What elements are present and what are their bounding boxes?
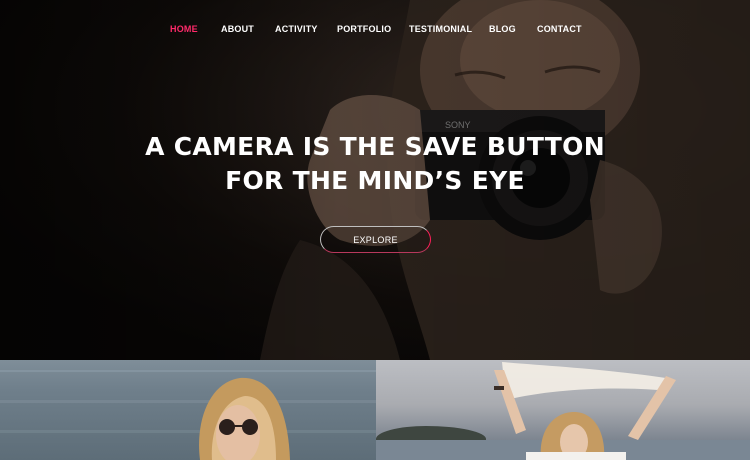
gallery-tile-scarf-woman[interactable] bbox=[376, 360, 750, 460]
gallery-photo-2 bbox=[494, 362, 676, 460]
gallery-photo-1 bbox=[0, 370, 376, 460]
nav-item-about[interactable]: ABOUT bbox=[221, 24, 254, 34]
page: SONY HOME ABOUT ACTIVITY PORTFOLIO TESTI… bbox=[0, 0, 750, 460]
nav-item-portfolio[interactable]: PORTFOLIO bbox=[337, 24, 391, 34]
nav-item-home[interactable]: HOME bbox=[170, 24, 198, 34]
explore-button[interactable]: EXPLORE bbox=[320, 226, 431, 253]
nav-item-testimonial[interactable]: TESTIMONIAL bbox=[409, 24, 472, 34]
nav-item-activity[interactable]: ACTIVITY bbox=[275, 24, 318, 34]
hero-headline: A CAMERA IS THE SAVE BUTTON FOR THE MIND… bbox=[0, 130, 750, 198]
main-navigation: HOME ABOUT ACTIVITY PORTFOLIO TESTIMONIA… bbox=[0, 0, 750, 60]
nav-item-contact[interactable]: CONTACT bbox=[537, 24, 582, 34]
hero-headline-line-1: A CAMERA IS THE SAVE BUTTON bbox=[145, 132, 605, 161]
hero-section: SONY HOME ABOUT ACTIVITY PORTFOLIO TESTI… bbox=[0, 0, 750, 360]
hero-headline-line-2: FOR THE MIND’S EYE bbox=[225, 166, 525, 195]
nav-item-blog[interactable]: BLOG bbox=[489, 24, 516, 34]
gallery-tile-sunglasses-woman[interactable] bbox=[0, 360, 376, 460]
